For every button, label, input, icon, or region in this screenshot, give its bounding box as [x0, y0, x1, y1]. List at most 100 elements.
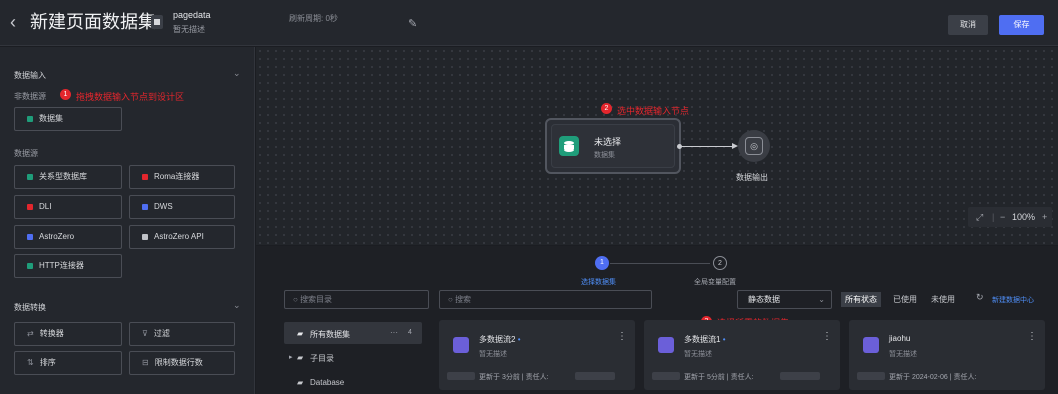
expand-icon[interactable]: ▸	[289, 353, 293, 361]
transform-sort[interactable]: ⇅ 排序	[14, 351, 122, 375]
source-rdb[interactable]: 关系型数据库	[14, 165, 122, 189]
dataset-icon	[150, 14, 164, 30]
fit-icon[interactable]: ⤢	[976, 207, 983, 227]
more-icon[interactable]: ⋮	[1027, 331, 1037, 342]
more-icon[interactable]: ···	[390, 328, 398, 337]
data-type-select[interactable]: 静态数据 ⌄	[737, 290, 832, 309]
transform-section-title: 数据转换	[14, 303, 46, 312]
transform-converter[interactable]: ⇄ 转换器	[14, 322, 122, 346]
dataset-node-button[interactable]: 数据集	[14, 107, 122, 131]
converter-icon: ⇄	[27, 329, 34, 338]
card-desc: 暂无描述	[684, 351, 712, 358]
dataset-desc: 暂无描述	[173, 25, 205, 34]
transform-label-limit: 限制数据行数	[154, 358, 203, 367]
more-icon[interactable]: ⋮	[822, 331, 832, 342]
source-roma[interactable]: Roma连接器	[129, 165, 235, 189]
source-http[interactable]: HTTP连接器	[14, 254, 122, 278]
zoom-in-button[interactable]: +	[1042, 207, 1047, 227]
tree-count: 4	[408, 329, 412, 336]
filter-icon: ⊽	[142, 329, 148, 338]
search-icon: ○	[448, 295, 456, 304]
search-placeholder: 搜索	[455, 295, 472, 304]
collapse-icon[interactable]: ⌄	[233, 68, 241, 79]
search-dir-placeholder: 搜索目录	[300, 295, 333, 304]
source-label: 数据源	[14, 149, 38, 158]
cancel-button[interactable]: 取消	[948, 15, 988, 35]
source-label-rdb: 关系型数据库	[39, 172, 87, 181]
non-source-label: 非数据源	[14, 92, 46, 101]
step-label-2: 全局变量配置	[694, 279, 736, 286]
transform-label-converter: 转换器	[39, 329, 64, 338]
card-footer: 更新于 2024-02-06 | 责任人:	[889, 374, 977, 381]
http-icon	[27, 262, 33, 269]
transform-filter[interactable]: ⊽ 过滤	[129, 322, 235, 346]
step-badge-2: 2	[601, 103, 612, 114]
output-label: 数据输出	[736, 173, 768, 182]
zoom-out-button[interactable]: −	[1000, 207, 1005, 227]
dli-icon	[27, 203, 33, 210]
dws-icon	[142, 203, 148, 210]
card-name: 多数据流2 •	[479, 335, 521, 344]
refresh-icon[interactable]: ↻	[976, 292, 984, 303]
source-label-dws: DWS	[154, 202, 173, 211]
dataset-card[interactable]: 多数据流2 • 暂无描述 ⋮ 更新于 3分前 | 责任人:	[439, 320, 635, 390]
blurred-text	[780, 372, 820, 380]
input-section-title: 数据输入	[14, 71, 46, 80]
blurred-text	[857, 372, 885, 380]
source-dws[interactable]: DWS	[129, 195, 235, 219]
refresh-period: 刷新周期: 0秒	[289, 14, 338, 23]
dataset-name: pagedata	[173, 10, 211, 20]
source-label-astrozero: AstroZero	[39, 232, 75, 241]
blurred-text	[447, 372, 475, 380]
step-label-1: 选择数据集	[581, 279, 616, 286]
hint-select-node: 选中数据输入节点	[617, 106, 690, 116]
dataset-card[interactable]: jiaohu 暂无描述 ⋮ 更新于 2024-02-06 | 责任人:	[849, 320, 1045, 390]
source-astrozero[interactable]: AstroZero	[14, 225, 122, 249]
back-icon[interactable]: ‹	[10, 13, 16, 31]
save-button[interactable]: 保存	[999, 15, 1044, 35]
dataset-card[interactable]: 多数据流1 • 暂无描述 ⋮ 更新于 5分前 | 责任人:	[644, 320, 840, 390]
search-directory-input[interactable]: ○ 搜索目录	[284, 290, 429, 309]
transform-limit[interactable]: ⊟ 限制数据行数	[129, 351, 235, 375]
status-unused[interactable]: 未使用	[927, 292, 959, 307]
select-value: 静态数据	[748, 295, 780, 304]
output-icon: ◎	[745, 137, 763, 155]
card-name: 多数据流1 •	[684, 335, 726, 344]
divider: |	[992, 212, 995, 222]
api-icon	[142, 233, 148, 240]
transform-label-sort: 排序	[39, 358, 56, 367]
roma-icon	[142, 173, 148, 180]
edit-icon[interactable]: ✎	[408, 17, 417, 30]
dataset-icon	[658, 337, 674, 353]
tree-sub-label[interactable]: 子目录	[310, 353, 334, 364]
limit-icon: ⊟	[142, 358, 149, 367]
database-icon	[27, 173, 33, 180]
dataset-icon	[453, 337, 469, 353]
status-all[interactable]: 所有状态	[841, 292, 881, 307]
card-name: jiaohu	[889, 334, 911, 343]
dataset-label: 数据集	[39, 114, 63, 123]
source-label-http: HTTP连接器	[39, 261, 84, 270]
collapse-icon[interactable]: ⌄	[233, 300, 241, 311]
step-badge-1: 1	[60, 89, 71, 100]
source-label-astrozero-api: AstroZero API	[154, 232, 204, 241]
tree-item-all[interactable]	[284, 322, 422, 344]
dataset-icon	[863, 337, 879, 353]
dataset-icon	[27, 115, 33, 122]
source-label-dli: DLI	[39, 202, 52, 211]
tree-db-label[interactable]: Database	[310, 378, 344, 387]
sort-icon: ⇅	[27, 358, 34, 367]
step-dot-2[interactable]: 2	[713, 256, 727, 270]
status-used[interactable]: 已使用	[889, 292, 921, 307]
search-input[interactable]: ○ 搜索	[439, 290, 652, 309]
folder-icon: ▰	[297, 353, 304, 362]
new-datacenter-link[interactable]: 新建数据中心	[992, 295, 1034, 305]
step-line	[610, 263, 710, 264]
source-dli[interactable]: DLI	[14, 195, 122, 219]
card-footer: 更新于 3分前 | 责任人:	[479, 374, 549, 381]
card-footer: 更新于 5分前 | 责任人:	[684, 374, 754, 381]
more-icon[interactable]: ⋮	[617, 331, 627, 342]
folder-icon: ▰	[297, 329, 304, 338]
source-astrozero-api[interactable]: AstroZero API	[129, 225, 235, 249]
step-dot-1[interactable]: 1	[595, 256, 609, 270]
